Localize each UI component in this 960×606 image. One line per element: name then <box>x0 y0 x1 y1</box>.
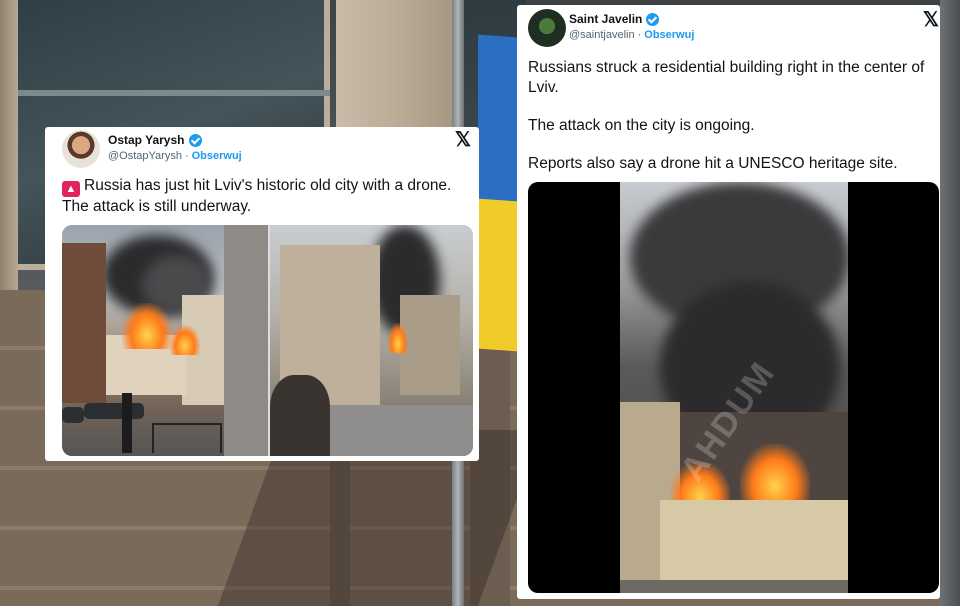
tweet-header: Ostap Yarysh @OstapYarysh · Obserwuj <box>62 130 242 168</box>
tweet-video[interactable]: AHDUM <box>528 182 939 593</box>
car <box>62 407 84 423</box>
tweet-card-saint-javelin[interactable]: Saint Javelin @saintjavelin · Obserwuj 𝕏… <box>517 5 940 599</box>
fire <box>170 325 200 355</box>
author-name[interactable]: Ostap Yarysh <box>108 133 185 147</box>
tweet-paragraph: Russians struck a residential building r… <box>528 59 925 97</box>
fire <box>388 323 408 353</box>
tower-scaffolding <box>400 295 460 395</box>
media-image-fire-right[interactable] <box>270 225 473 456</box>
tweet-text: Russians struck a residential building r… <box>528 58 938 193</box>
tweet-text: ▲ Russia has just hit Lviv's historic old… <box>62 176 472 217</box>
video-frame[interactable]: AHDUM <box>620 182 848 593</box>
fire <box>740 444 810 504</box>
background-edge <box>940 0 960 606</box>
tweet-media-grid[interactable] <box>62 225 473 456</box>
siren-icon: ▲ <box>62 181 80 197</box>
verified-badge-icon <box>188 133 202 147</box>
foreground-wall <box>224 225 268 456</box>
tweet-paragraph: Reports also say a drone hit a UNESCO he… <box>528 155 898 173</box>
follow-button[interactable]: Obserwuj <box>644 29 694 41</box>
residential-building <box>660 500 848 580</box>
author-handle[interactable]: @OstapYarysh <box>108 150 182 162</box>
person <box>122 393 132 453</box>
tree <box>270 375 330 456</box>
avatar[interactable] <box>62 130 100 168</box>
street <box>330 405 473 456</box>
tweet-header: Saint Javelin @saintjavelin · Obserwuj <box>528 9 694 47</box>
fence <box>152 423 222 453</box>
car <box>84 403 144 419</box>
verified-badge-icon <box>646 12 660 26</box>
x-logo-icon[interactable]: 𝕏 <box>923 7 939 32</box>
building-left <box>62 243 106 403</box>
street <box>620 580 848 593</box>
author-name[interactable]: Saint Javelin <box>569 12 642 26</box>
separator: · <box>637 29 642 41</box>
fire <box>122 303 172 349</box>
tweet-body: Russia has just hit Lviv's historic old … <box>62 177 452 215</box>
flag-blue-stripe <box>478 34 518 208</box>
flag-yellow-stripe <box>478 198 518 352</box>
separator: · <box>184 150 189 162</box>
author-handle[interactable]: @saintjavelin <box>569 29 635 41</box>
x-logo-icon[interactable]: 𝕏 <box>455 127 471 152</box>
tweet-card-ostap[interactable]: Ostap Yarysh @OstapYarysh · Obserwuj 𝕏 ▲… <box>45 127 479 461</box>
tweet-paragraph: The attack on the city is ongoing. <box>528 117 755 135</box>
avatar[interactable] <box>528 9 566 47</box>
follow-button[interactable]: Obserwuj <box>192 150 242 162</box>
media-image-fire-left[interactable] <box>62 225 268 456</box>
